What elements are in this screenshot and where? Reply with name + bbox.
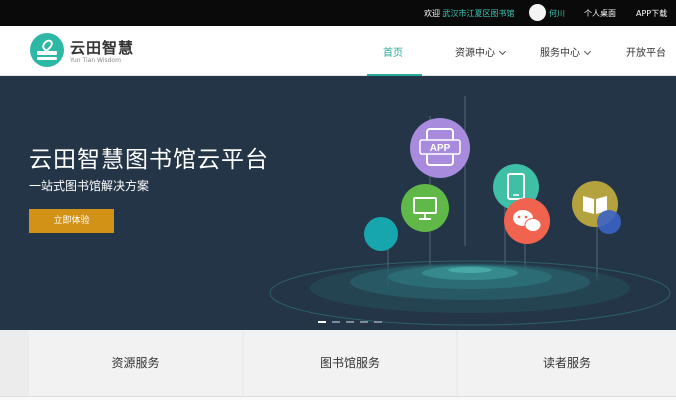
blue-dot-icon [597, 210, 621, 234]
carousel-dot[interactable] [332, 321, 340, 323]
hero-banner: APP 云田智慧图书馆云平台 一站式图书馆解决方案 立即体验 [0, 76, 676, 330]
library-name-link[interactable]: 武汉市江夏区图书馆 [443, 9, 515, 18]
app-icon: APP [410, 118, 470, 178]
avatar[interactable] [529, 4, 546, 21]
nav-item-label: 服务中心 [540, 48, 580, 59]
teal-dot-icon [364, 217, 398, 251]
monitor-icon [401, 184, 449, 232]
brand-name[interactable]: 云田智慧 [70, 37, 134, 58]
nav-item-service-center[interactable]: 服务中心 [540, 44, 592, 59]
nav-item-label: 首页 [383, 48, 403, 59]
service-card-library[interactable]: 图书馆服务 [244, 330, 456, 396]
nav-item-open-platform[interactable]: 开放平台 [626, 44, 666, 59]
services-bar: 资源服务 图书馆服务 读者服务 [0, 330, 676, 400]
logo-icon[interactable] [30, 33, 64, 67]
nav-item-label: 开放平台 [626, 48, 666, 59]
welcome-prefix: 欢迎 [424, 9, 440, 18]
app-download-link[interactable]: APP下载 [636, 8, 667, 19]
svg-text:APP: APP [430, 143, 451, 154]
carousel-dot[interactable] [318, 321, 326, 323]
nav-item-resource-center[interactable]: 资源中心 [455, 44, 507, 59]
divider [0, 396, 676, 400]
nav-item-label: 资源中心 [455, 48, 495, 59]
service-label: 资源服务 [111, 356, 160, 370]
banner-illustration: APP [269, 96, 671, 326]
nav-item-home[interactable]: 首页 [383, 44, 403, 59]
brand-name-en: Yun Tian Wisdom [70, 57, 121, 64]
user-name-link[interactable]: 何川 [549, 8, 565, 19]
service-card-resource[interactable]: 资源服务 [29, 330, 242, 396]
top-bar: 欢迎 武汉市江夏区图书馆 何川 个人桌面 APP下载 [0, 0, 676, 26]
service-label: 读者服务 [542, 356, 591, 370]
carousel-dot[interactable] [346, 321, 354, 323]
banner-title: 云田智慧图书馆云平台 [29, 147, 269, 173]
personal-center-link[interactable]: 个人桌面 [584, 8, 616, 19]
wechat-icon [504, 198, 550, 244]
chevron-down-icon [498, 47, 507, 56]
service-card-reader[interactable]: 读者服务 [458, 330, 676, 396]
carousel-dot[interactable] [374, 321, 382, 323]
chevron-down-icon [583, 47, 592, 56]
carousel-dot[interactable] [360, 321, 368, 323]
main-nav: 云田智慧 Yun Tian Wisdom 首页 资源中心 服务中心 开放平台 [0, 26, 676, 76]
welcome-text: 欢迎 武汉市江夏区图书馆 [424, 8, 515, 19]
banner-subtitle: 一站式图书馆解决方案 [29, 179, 150, 193]
carousel-indicators [318, 321, 382, 323]
service-label: 图书馆服务 [319, 356, 380, 370]
try-now-button[interactable]: 立即体验 [29, 209, 114, 233]
